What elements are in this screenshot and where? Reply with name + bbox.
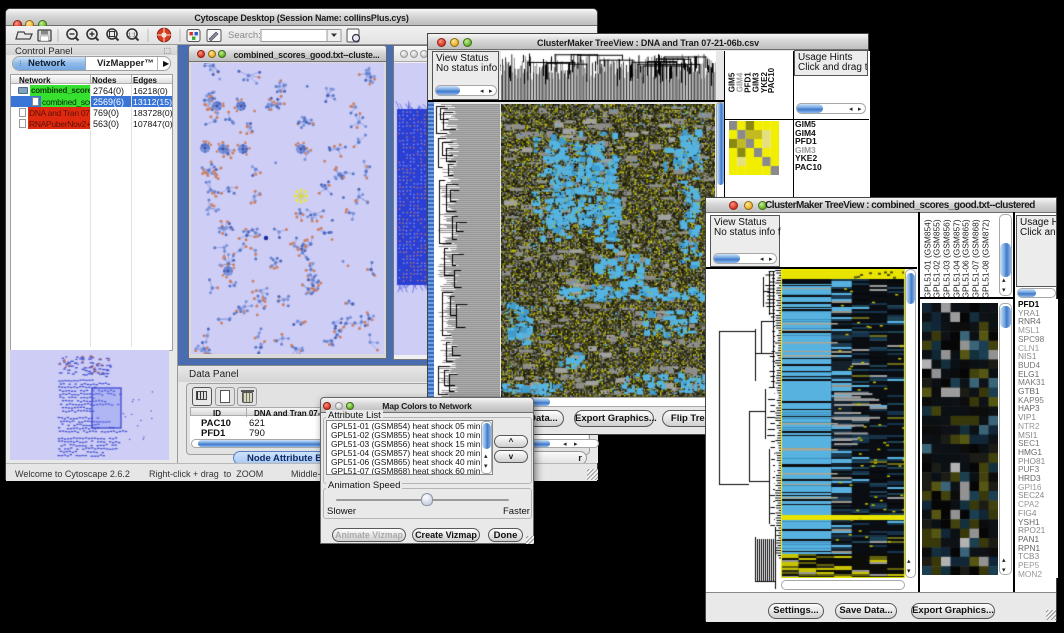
svg-text:Search:: Search:	[228, 30, 261, 41]
svg-text:1:1: 1:1	[128, 33, 136, 39]
